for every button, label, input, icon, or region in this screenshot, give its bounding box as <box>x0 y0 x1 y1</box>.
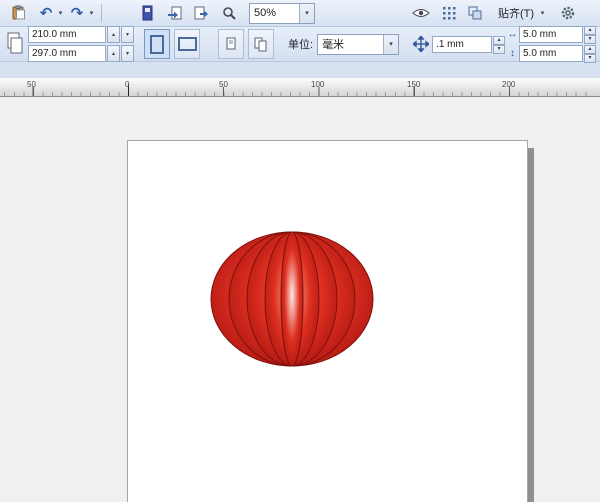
duplicate-distance-y-icon: ↕ <box>510 48 515 59</box>
duplicate-distance-x-icon: ↔ <box>507 29 518 40</box>
duplicate-y-spinner[interactable]: ▴ ▾ <box>584 45 596 63</box>
units-dropdown-arrow[interactable]: ▾ <box>383 34 399 54</box>
multi-page-icon <box>254 37 267 52</box>
page-dimensions-group: 210.0 mm ▴ ▾ 297.0 mm ▴ ▾ <box>28 26 134 62</box>
snap-to-objects-button[interactable] <box>463 2 487 24</box>
page-width-field[interactable]: 210.0 mm <box>28 26 106 43</box>
redo-button[interactable]: ↷ <box>67 2 87 24</box>
paste-button[interactable] <box>6 2 30 24</box>
duplicate-distance-group: ↔ 5.0 mm ▴ ▾ ↕ 5.0 mm ▴ ▾ <box>506 26 598 63</box>
horizontal-ruler[interactable]: 50 0 50 100 150 200 <box>0 78 600 97</box>
show-rulers-button[interactable] <box>409 2 433 24</box>
nudge-offset-field[interactable]: .1 mm <box>432 35 493 53</box>
landscape-orientation-button[interactable] <box>174 29 200 59</box>
duplicate-y-spin-up[interactable]: ▴ <box>584 45 596 54</box>
snap-to-dropdown-arrow: ▾ <box>540 10 545 17</box>
ruler-label: 100 <box>311 80 325 89</box>
redo-dropdown-arrow[interactable]: ▾ <box>87 9 96 17</box>
zoom-level-value: 50% <box>254 7 277 19</box>
set-all-pages-button[interactable] <box>248 29 274 59</box>
ruler-label: 0 <box>125 80 130 89</box>
toolbar-separator <box>101 4 102 22</box>
magnifier-icon <box>223 7 236 20</box>
zoom-level-combobox[interactable]: 50% ▾ <box>249 2 315 24</box>
export-button[interactable] <box>189 2 213 24</box>
snap-to-menu-label: 贴齐(T) <box>498 8 535 20</box>
ruler-label: 50 <box>219 80 228 89</box>
import-icon <box>168 6 182 20</box>
snap-to-menu-button[interactable]: 贴齐(T) ▾ <box>493 3 552 23</box>
landscape-icon <box>177 37 197 51</box>
page-width-spin-down[interactable]: ▾ <box>121 26 134 43</box>
import-button[interactable] <box>163 2 187 24</box>
page-width-spin-up[interactable]: ▴ <box>107 26 120 43</box>
duplicate-x-spinner[interactable]: ▴ ▾ <box>584 26 596 44</box>
page-height-spin-down[interactable]: ▾ <box>121 45 134 62</box>
options-button[interactable] <box>556 2 580 24</box>
ruler-label: 200 <box>502 80 516 89</box>
units-label: 单位: <box>288 39 314 51</box>
eye-icon <box>412 9 430 17</box>
portrait-orientation-button[interactable] <box>144 29 170 59</box>
nudge-spin-up[interactable]: ▴ <box>493 35 506 45</box>
duplicate-distance-x-field[interactable]: 5.0 mm <box>519 26 583 43</box>
coreldraw-window: ↶ ▾ ↷ ▾ 50% ▾ 贴齐(T) ▾ 210.0 mm ▴ ▾ 297.0… <box>0 0 600 502</box>
grid-icon <box>443 7 456 20</box>
units-value: 毫米 <box>322 39 345 51</box>
single-page-icon <box>226 37 236 50</box>
property-bar: 210.0 mm ▴ ▾ 297.0 mm ▴ ▾ 单位: 毫米 ▾ .1 mm… <box>0 26 600 63</box>
nudge-spin-down[interactable]: ▾ <box>493 44 506 54</box>
lantern-segment[interactable] <box>280 231 304 367</box>
drawing-workspace[interactable] <box>0 97 600 502</box>
undo-dropdown-arrow[interactable]: ▾ <box>56 9 65 17</box>
duplicate-x-spin-down[interactable]: ▾ <box>584 35 596 44</box>
page-height-spin-up[interactable]: ▴ <box>107 45 120 62</box>
set-current-page-button[interactable] <box>218 29 244 59</box>
toolbar-spacer <box>0 62 600 78</box>
nudge-offset-spinner[interactable]: ▴ ▾ <box>493 35 506 54</box>
duplicate-distance-y-field[interactable]: 5.0 mm <box>519 45 583 62</box>
snap-to-grid-button[interactable] <box>437 2 461 24</box>
clipboard-icon <box>12 5 25 20</box>
ruler-label: 150 <box>407 80 421 89</box>
page-height-field[interactable]: 297.0 mm <box>28 45 106 62</box>
gear-icon <box>561 6 575 20</box>
units-combobox[interactable]: 毫米 ▾ <box>317 33 400 55</box>
ruler-label: 50 <box>27 80 36 89</box>
undo-button[interactable]: ↶ <box>36 2 56 24</box>
duplicate-x-spin-up[interactable]: ▴ <box>584 26 596 35</box>
standard-toolbar: ↶ ▾ ↷ ▾ 50% ▾ 贴齐(T) ▾ <box>0 0 600 27</box>
zoom-dropdown-arrow[interactable]: ▾ <box>299 3 314 23</box>
launcher-icon <box>142 5 153 21</box>
page-size-icon <box>7 32 23 54</box>
export-icon <box>194 6 208 20</box>
duplicate-y-spin-down[interactable]: ▾ <box>584 54 596 63</box>
portrait-icon <box>150 34 164 54</box>
zoom-tool-button[interactable] <box>217 2 241 24</box>
nudge-offset-icon <box>413 36 430 52</box>
overlap-squares-icon <box>468 6 482 20</box>
application-launcher-button[interactable] <box>135 2 159 24</box>
lantern-drawing[interactable] <box>0 97 600 502</box>
